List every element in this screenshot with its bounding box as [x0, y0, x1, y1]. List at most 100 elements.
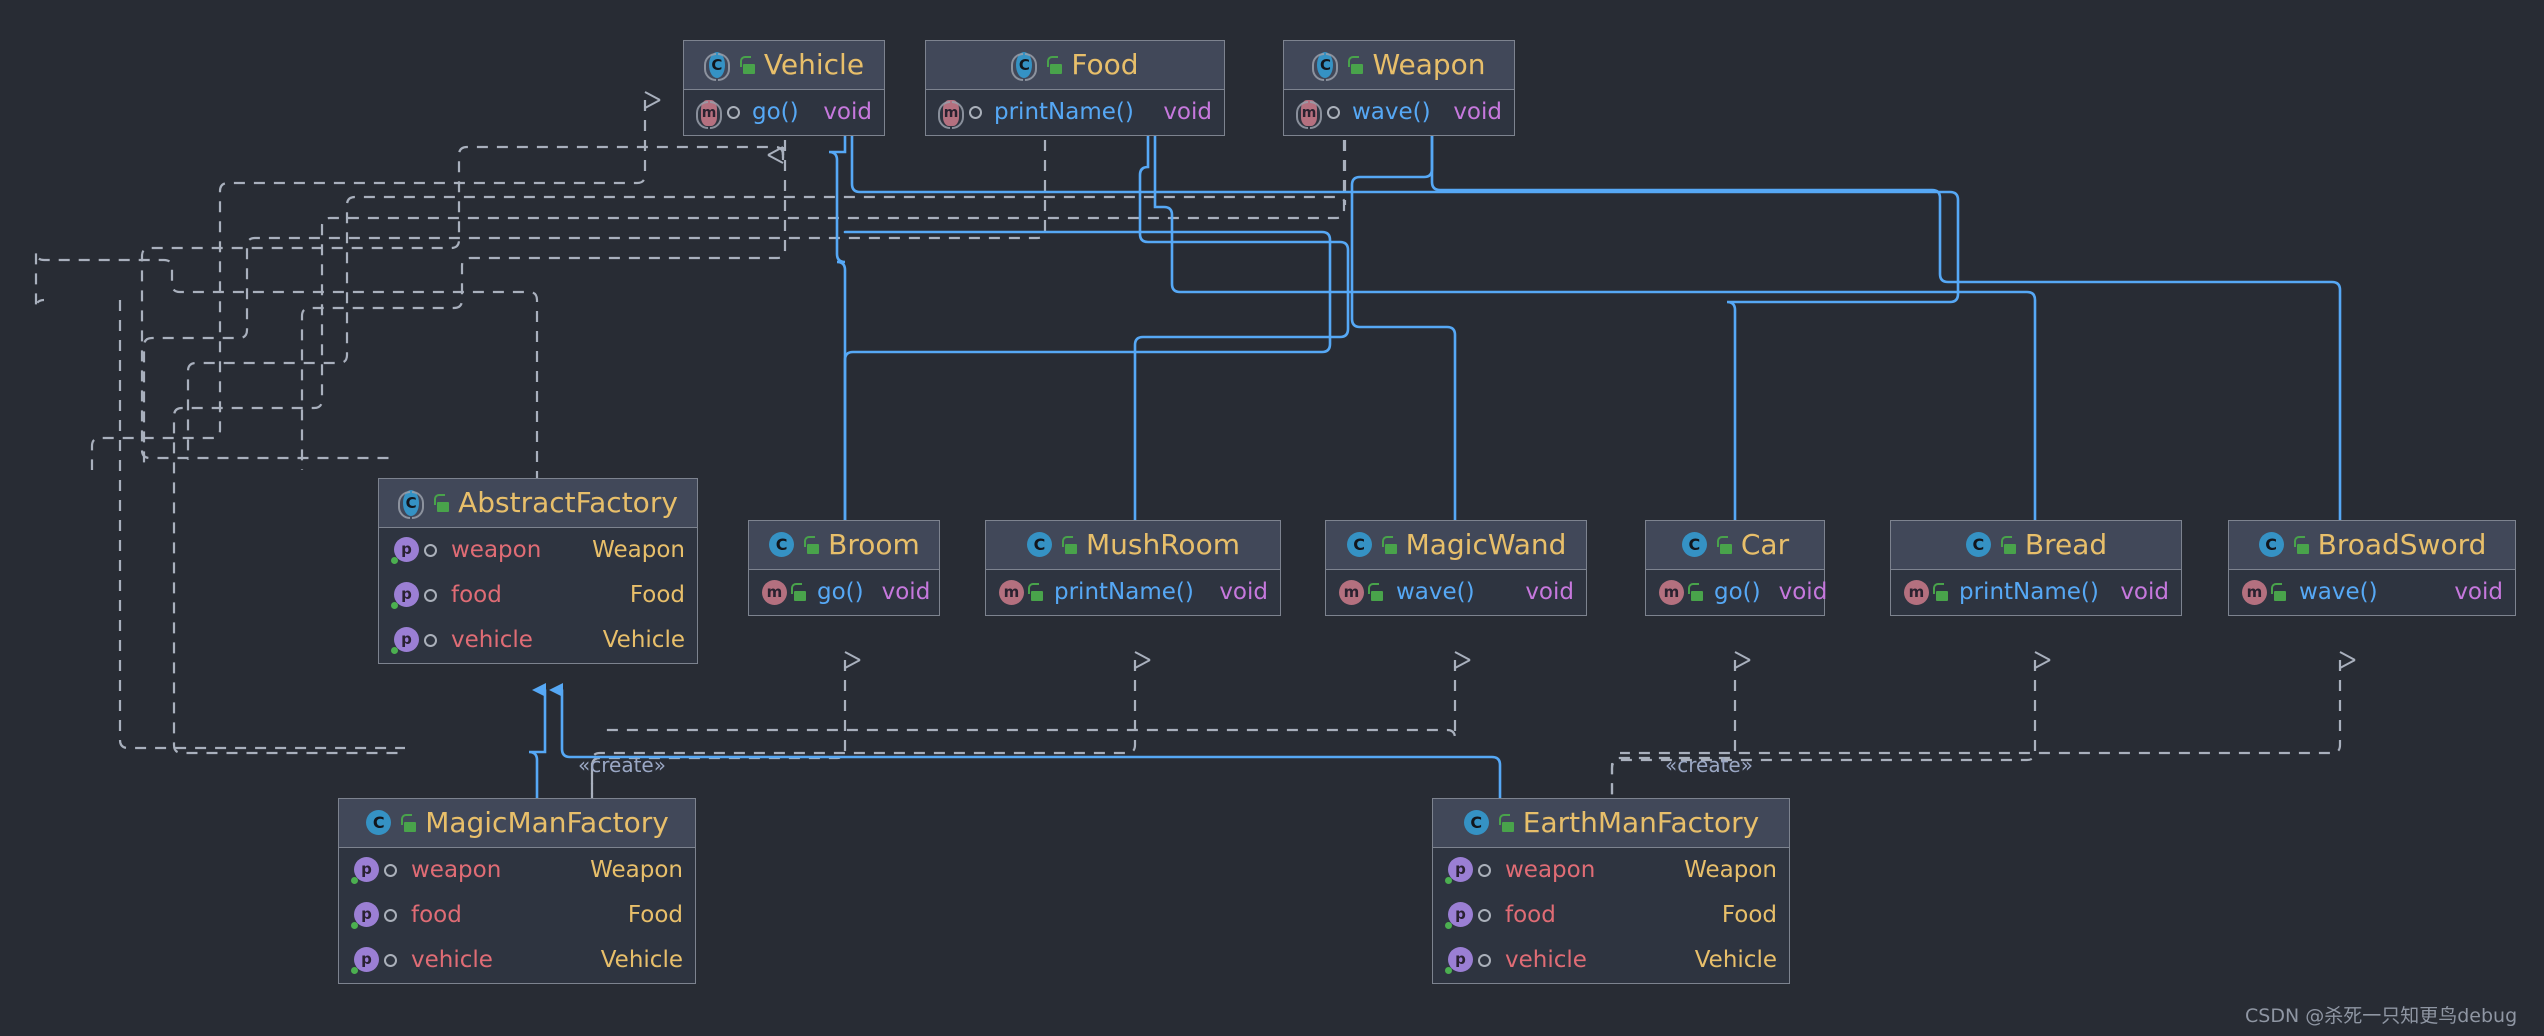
member-row[interactable]: p food Food [339, 893, 695, 938]
public-unlock-icon [1026, 583, 1044, 602]
member-row[interactable]: m printName() void [986, 570, 1280, 615]
node-broom[interactable]: C Broom m go() void [748, 520, 940, 616]
edge-abstractfactory-vehicle [34, 251, 539, 482]
interface-icon: C [1011, 52, 1038, 81]
public-unlock-icon [1346, 55, 1364, 75]
node-magicwand[interactable]: C MagicWand m wave() void [1325, 520, 1587, 616]
member-row[interactable]: m wave() void [2229, 570, 2515, 615]
method-icon: m [2241, 579, 2267, 606]
member-row[interactable]: m printName() void [926, 90, 1224, 135]
member-row[interactable]: m go() void [749, 570, 939, 615]
watermark: CSDN @杀死一只知更鸟debug [2245, 1005, 2518, 1027]
member-type: Food [627, 902, 683, 928]
hollow-circle-icon [383, 909, 397, 922]
member-row[interactable]: m go() void [684, 90, 884, 135]
public-unlock-icon [1060, 535, 1078, 555]
member-type: void [1453, 99, 1502, 125]
member-row[interactable]: p weapon Weapon [379, 528, 697, 573]
public-unlock-icon [2292, 535, 2310, 555]
member-name: vehicle [451, 627, 533, 653]
node-magicmanfactory[interactable]: C MagicManFactory p weapon Weapon p food… [338, 798, 696, 984]
node-weapon[interactable]: C Weapon m wave() void [1283, 40, 1515, 136]
public-unlock-icon [1045, 55, 1063, 75]
node-magicmanfactory-title: MagicManFactory [425, 806, 669, 839]
member-row[interactable]: m wave() void [1284, 90, 1514, 135]
node-vehicle[interactable]: C Vehicle m go() void [683, 40, 885, 136]
public-unlock-icon [432, 493, 450, 513]
node-bread[interactable]: C Bread m printName() void [1890, 520, 2182, 616]
member-row[interactable]: p vehicle Vehicle [339, 938, 695, 983]
member-name: weapon [1505, 857, 1596, 883]
member-name: go() [1714, 579, 1761, 605]
node-bread-title: Bread [2024, 528, 2108, 561]
node-abstract-factory-title: AbstractFactory [458, 486, 678, 519]
member-type: void [2120, 579, 2169, 605]
member-type: void [1163, 99, 1212, 125]
node-mushroom[interactable]: C MushRoom m printName() void [985, 520, 1281, 616]
edge-earthmanfactory-bread [1610, 651, 2051, 800]
property-icon: p [351, 946, 379, 975]
edge-dep-1 [140, 145, 785, 460]
edge-broom-to-vehicle [828, 103, 847, 524]
member-row[interactable]: p weapon Weapon [339, 848, 695, 893]
node-vehicle-title: Vehicle [763, 48, 865, 81]
member-row[interactable]: p food Food [1433, 893, 1789, 938]
member-name: wave() [2299, 579, 2378, 605]
property-icon: p [351, 856, 379, 885]
interface-icon: C [703, 52, 730, 81]
member-row[interactable]: p vehicle Vehicle [379, 618, 697, 663]
edge-mushroom-food [1133, 103, 1350, 524]
member-row[interactable]: p food Food [379, 573, 697, 618]
member-row[interactable]: m go() void [1646, 570, 1827, 615]
member-row[interactable]: m wave() void [1326, 570, 1586, 615]
edge-dep-4 [172, 100, 1346, 755]
member-name: go() [817, 579, 864, 605]
hollow-circle-icon [423, 544, 437, 557]
member-type: void [2454, 579, 2503, 605]
member-row[interactable]: m printName() void [1891, 570, 2181, 615]
node-earthmanfactory-title: EarthManFactory [1522, 806, 1760, 839]
member-name: weapon [411, 857, 502, 883]
node-weapon-title: Weapon [1372, 48, 1486, 81]
member-type: Food [629, 582, 685, 608]
public-unlock-icon [802, 535, 820, 555]
edge-magicmanfactory-abstractfactory [528, 683, 547, 802]
class-icon: C [1463, 810, 1489, 836]
node-food[interactable]: C Food m printName() void [925, 40, 1225, 136]
edge-magicmanfactory-magicwand [600, 651, 1471, 739]
member-name: wave() [1396, 579, 1475, 605]
property-icon: p [1445, 946, 1473, 975]
hollow-circle-icon [968, 106, 982, 119]
hollow-circle-icon [383, 864, 397, 877]
node-abstract-factory[interactable]: C AbstractFactory p weapon Weapon p food… [378, 478, 698, 664]
member-name: printName() [1054, 579, 1194, 605]
member-name: printName() [1959, 579, 2099, 605]
abstract-method-icon: m [696, 99, 722, 129]
edge-dep-5 [118, 300, 405, 750]
node-car[interactable]: C Car m go() void [1645, 520, 1827, 616]
node-earthmanfactory[interactable]: C EarthManFactory p weapon Weapon p food… [1432, 798, 1790, 984]
class-icon: C [365, 810, 392, 836]
node-broadsword[interactable]: C BroadSword m wave() void [2228, 520, 2516, 616]
node-car-title: Car [1740, 528, 1790, 561]
hollow-circle-icon [1477, 864, 1491, 877]
node-food-header: C Food [926, 41, 1224, 90]
member-name: food [411, 902, 462, 928]
public-unlock-icon [1715, 535, 1733, 555]
public-unlock-icon [2269, 583, 2287, 602]
method-icon: m [998, 579, 1024, 606]
member-type: Vehicle [600, 947, 683, 973]
member-name: food [1505, 902, 1556, 928]
member-row[interactable]: p vehicle Vehicle [1433, 938, 1789, 983]
property-icon: p [1445, 856, 1473, 885]
hollow-circle-icon [423, 589, 437, 602]
edge-magicwand-weapon [1350, 103, 1457, 524]
member-row[interactable]: p weapon Weapon [1433, 848, 1789, 893]
edge-magicmanfactory-broom [590, 651, 861, 800]
edge-bread-food [1142, 103, 2037, 524]
node-broom-title: Broom [828, 528, 920, 561]
method-icon: m [1338, 579, 1364, 606]
member-name: weapon [451, 537, 542, 563]
node-vehicle-header: C Vehicle [684, 41, 884, 90]
hollow-circle-icon [1326, 106, 1340, 119]
